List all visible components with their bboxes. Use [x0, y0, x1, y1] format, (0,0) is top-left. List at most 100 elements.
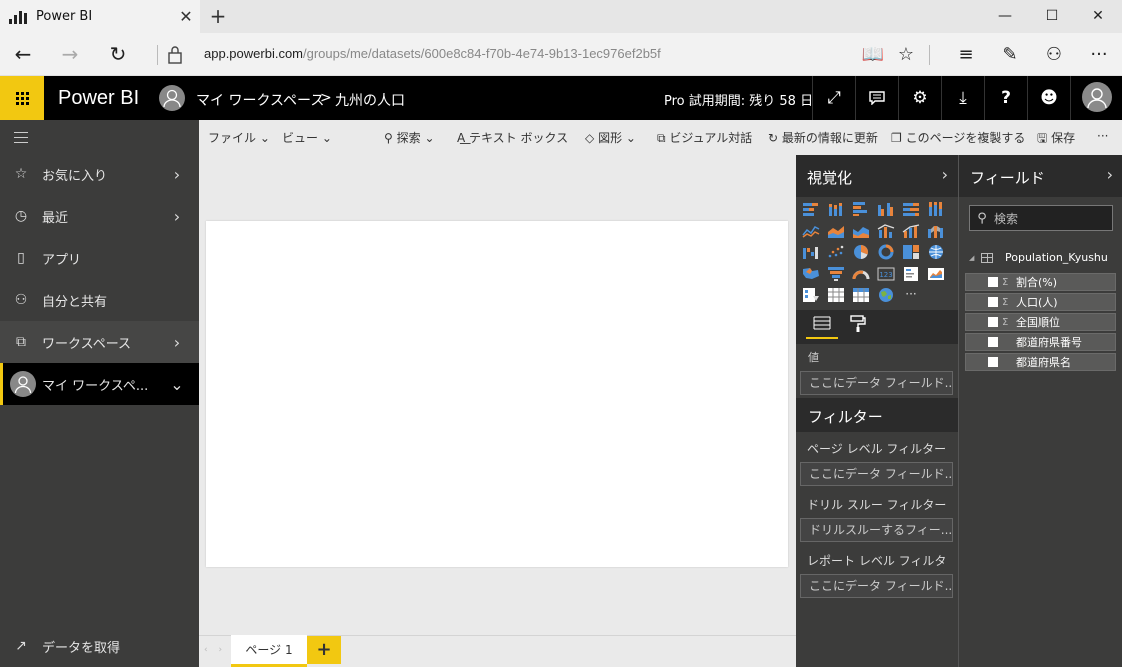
- add-page-button[interactable]: +: [307, 636, 341, 664]
- visual-qa-button[interactable]: ⧉ ビジュアル対話: [657, 129, 752, 146]
- duplicate-label: このページを複製する: [905, 131, 1026, 145]
- arcgis-map-icon[interactable]: [877, 287, 895, 303]
- field-item[interactable]: Σ 全国順位: [965, 313, 1116, 331]
- matrix-icon[interactable]: [852, 287, 870, 303]
- filled-map-icon[interactable]: [802, 266, 820, 282]
- field-item[interactable]: 都道府県番号: [965, 333, 1116, 351]
- line-clustered-column-icon[interactable]: [877, 223, 895, 239]
- more-options-icon[interactable]: ···: [1097, 129, 1108, 143]
- field-item[interactable]: Σ 割合(%): [965, 273, 1116, 291]
- report-page[interactable]: [206, 221, 788, 567]
- nav-item-shared[interactable]: ⚇ 自分と共有: [0, 279, 199, 321]
- report-filter-drop-well[interactable]: ここにデータ フィールド...: [800, 574, 953, 598]
- gauge-icon[interactable]: [852, 266, 870, 282]
- help-icon[interactable]: ?: [984, 76, 1027, 120]
- favorite-star-icon[interactable]: ☆: [884, 33, 928, 76]
- duplicate-page-button[interactable]: ❐ このページを複製する: [891, 129, 1025, 146]
- nav-item-workspaces[interactable]: ⧉ ワークスペース ›: [0, 321, 199, 363]
- more-icon[interactable]: ···: [1077, 33, 1121, 76]
- 100-stacked-column-icon[interactable]: [927, 201, 945, 217]
- map-icon[interactable]: [927, 244, 945, 260]
- tab-close-icon[interactable]: ✕: [172, 7, 200, 26]
- nav-item-my-workspace[interactable]: マイ ワークスペ... ⌄: [0, 363, 199, 405]
- line-stacked-column-icon[interactable]: [902, 223, 920, 239]
- url-field[interactable]: app.powerbi.com/groups/me/datasets/600e8…: [204, 46, 661, 61]
- nav-item-favorites[interactable]: ☆ お気に入り ›: [0, 153, 199, 195]
- explore-menu[interactable]: ⚲ 探索 ⌄: [384, 129, 435, 146]
- browser-tab[interactable]: Power BI ✕: [0, 0, 200, 33]
- waterfall-icon[interactable]: [802, 244, 820, 260]
- hub-icon[interactable]: ≡: [944, 33, 988, 76]
- feedback-icon[interactable]: [855, 76, 898, 120]
- page-tab[interactable]: ページ 1: [231, 635, 307, 667]
- slicer-icon[interactable]: [802, 287, 820, 303]
- file-menu[interactable]: ファイル ⌄: [208, 129, 270, 146]
- field-checkbox[interactable]: [988, 357, 998, 367]
- stacked-bar-icon[interactable]: [802, 201, 820, 217]
- shapes-menu[interactable]: ◇ 図形 ⌄: [585, 129, 636, 146]
- new-tab-button[interactable]: +: [205, 2, 231, 30]
- chevron-right-icon[interactable]: ›: [1107, 165, 1113, 184]
- field-item[interactable]: 都道府県名: [965, 353, 1116, 371]
- nav-item-apps[interactable]: ▯ アプリ: [0, 237, 199, 279]
- refresh-report-button[interactable]: ↻ 最新の情報に更新: [768, 129, 878, 146]
- page-filter-drop-well[interactable]: ここにデータ フィールド...: [800, 462, 953, 486]
- 100-stacked-bar-icon[interactable]: [902, 201, 920, 217]
- trial-status[interactable]: Pro 試用期間: 残り 58 日: [664, 90, 813, 109]
- clustered-column-icon[interactable]: [877, 201, 895, 217]
- save-button[interactable]: 🖫 保存: [1037, 129, 1075, 150]
- get-data-button[interactable]: ↗ データを取得: [0, 630, 199, 662]
- card-icon[interactable]: 123: [877, 266, 895, 282]
- treemap-icon[interactable]: [902, 244, 920, 260]
- close-window-button[interactable]: ✕: [1075, 0, 1121, 33]
- stacked-area-icon[interactable]: [852, 223, 870, 239]
- scatter-chart-icon[interactable]: [827, 244, 845, 260]
- multi-row-card-icon[interactable]: [902, 266, 920, 282]
- app-launcher-icon[interactable]: [0, 76, 44, 120]
- breadcrumb-separator: >: [320, 90, 332, 106]
- fields-well-tab[interactable]: [806, 315, 838, 339]
- forward-button[interactable]: →: [47, 33, 93, 76]
- breadcrumb-dataset[interactable]: 九州の人口: [335, 90, 405, 110]
- maximize-button[interactable]: ☐: [1029, 0, 1075, 33]
- ribbon-chart-icon[interactable]: [927, 223, 945, 239]
- refresh-button[interactable]: ↻: [95, 33, 141, 76]
- textbox-button[interactable]: A͟ テキスト ボックス: [457, 129, 568, 146]
- field-item[interactable]: Σ 人口(人): [965, 293, 1116, 311]
- values-drop-well[interactable]: ここにデータ フィールド...: [800, 371, 953, 395]
- smiley-icon[interactable]: ☻: [1027, 76, 1070, 120]
- hamburger-icon[interactable]: [14, 132, 28, 147]
- format-tab[interactable]: [842, 315, 874, 339]
- table-icon[interactable]: [827, 287, 845, 303]
- user-avatar-icon[interactable]: [1082, 82, 1112, 112]
- line-chart-icon[interactable]: [802, 223, 820, 239]
- donut-chart-icon[interactable]: [877, 244, 895, 260]
- field-checkbox[interactable]: [988, 277, 998, 287]
- back-button[interactable]: ←: [0, 33, 46, 76]
- drill-filter-drop-well[interactable]: ドリルスルーするフィー...: [800, 518, 953, 542]
- nav-item-recent[interactable]: ◷ 最近 ›: [0, 195, 199, 237]
- page-nav-arrows[interactable]: ‹ ›: [204, 645, 226, 655]
- brand-title[interactable]: Power BI: [58, 87, 139, 110]
- table-node[interactable]: ◢ Population_Kyushu: [969, 251, 1108, 264]
- expand-icon[interactable]: ⤢: [812, 76, 855, 120]
- field-checkbox[interactable]: [988, 317, 998, 327]
- minimize-button[interactable]: —: [982, 0, 1028, 33]
- field-checkbox[interactable]: [988, 337, 998, 347]
- funnel-icon[interactable]: [827, 266, 845, 282]
- clustered-bar-icon[interactable]: [852, 201, 870, 217]
- stacked-column-icon[interactable]: [827, 201, 845, 217]
- kpi-icon[interactable]: [927, 266, 945, 282]
- field-checkbox[interactable]: [988, 297, 998, 307]
- share-icon[interactable]: ⚇: [1032, 33, 1076, 76]
- pie-chart-icon[interactable]: [852, 244, 870, 260]
- more-visuals-icon[interactable]: ···: [902, 287, 920, 303]
- fields-search-input[interactable]: ⚲ 検索: [969, 205, 1113, 231]
- breadcrumb-workspace[interactable]: マイ ワークスペース: [196, 90, 324, 110]
- chevron-right-icon[interactable]: ›: [942, 165, 948, 184]
- web-note-icon[interactable]: ✎: [988, 33, 1032, 76]
- settings-icon[interactable]: ⚙: [898, 76, 941, 120]
- view-menu[interactable]: ビュー ⌄: [282, 129, 332, 146]
- area-chart-icon[interactable]: [827, 223, 845, 239]
- download-icon[interactable]: ⤓: [941, 76, 984, 120]
